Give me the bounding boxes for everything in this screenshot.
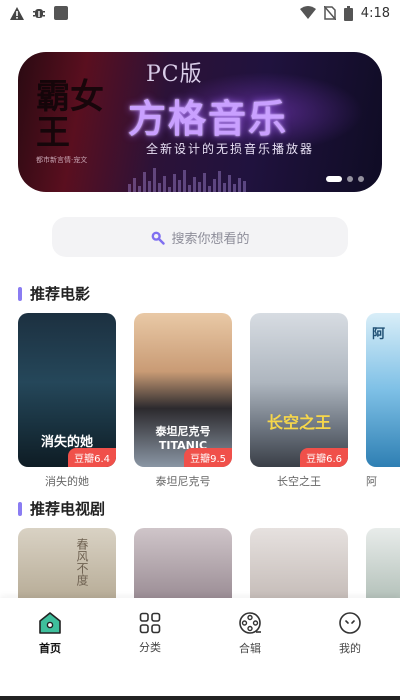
section-title-tv: 推荐电视剧 <box>30 500 106 518</box>
banner-subtitle: 全新设计的无损音乐播放器 <box>146 142 315 156</box>
app-root: 4:18 霸女王 都市新言情·宠文 PC版 方格音乐 全新设计的无损音乐播放器 … <box>0 0 400 700</box>
movie-name: 长空之王 <box>277 475 321 488</box>
section-title-movies: 推荐电影 <box>30 285 91 303</box>
movie-card[interactable]: 长空之王 豆瓣6.6 长空之王 <box>250 313 348 489</box>
movie-poster[interactable]: 长空之王 豆瓣6.6 <box>250 313 348 467</box>
banner-dot[interactable] <box>347 176 353 182</box>
movie-card[interactable]: 泰坦尼克号 TITANIC 豆瓣9.5 泰坦尼克号 <box>134 313 232 489</box>
movie-poster[interactable]: 消失的她 豆瓣6.4 <box>18 313 116 467</box>
movie-poster[interactable]: 阿 <box>366 313 400 467</box>
warning-icon <box>10 6 24 20</box>
banner-dot[interactable] <box>358 176 364 182</box>
section-header-movies: 推荐电影 <box>18 283 90 304</box>
battery-icon <box>343 5 353 21</box>
banner-calligraphy: 霸女王 都市新言情·宠文 <box>26 52 126 192</box>
rating-badge: 豆瓣6.4 <box>68 448 116 467</box>
tab-collection[interactable]: 合辑 <box>200 598 300 668</box>
tab-category[interactable]: 分类 <box>100 598 200 668</box>
rating-badge: 豆瓣6.6 <box>300 448 348 467</box>
movie-card[interactable]: 阿 阿 <box>366 313 400 489</box>
status-bar: 4:18 <box>0 0 400 26</box>
gesture-bar[interactable] <box>0 696 400 700</box>
movie-poster[interactable]: 泰坦尼克号 TITANIC 豆瓣9.5 <box>134 313 232 467</box>
search-bar[interactable]: 搜索你想看的 <box>52 217 348 257</box>
movie-card[interactable]: 消失的她 豆瓣6.4 消失的她 <box>18 313 116 489</box>
banner-caption: 都市新言情·宠文 <box>36 156 88 164</box>
home-icon <box>39 611 61 634</box>
poster-title: 长空之王 <box>266 413 331 432</box>
tv-row: 春风不度 <box>18 528 400 598</box>
category-grid-icon <box>139 612 161 633</box>
section-accent-bar <box>18 501 22 516</box>
rating-badge: 豆瓣9.5 <box>184 448 232 467</box>
poster-title: 阿 <box>372 327 386 342</box>
tab-label: 分类 <box>139 640 161 654</box>
tab-label: 我的 <box>339 641 361 655</box>
status-time: 4:18 <box>360 5 390 21</box>
movie-name: 消失的她 <box>45 475 89 488</box>
no-sim-icon <box>323 6 336 20</box>
tab-label: 合辑 <box>239 641 261 655</box>
tv-poster[interactable] <box>134 528 232 598</box>
banner-calligraphy-text: 霸女王 <box>36 77 104 153</box>
search-placeholder: 搜索你想看的 <box>171 231 250 247</box>
movie-row: 消失的她 豆瓣6.4 消失的她 泰坦尼克号 TITANIC 豆瓣9.5 泰坦尼克… <box>18 313 400 489</box>
promo-banner[interactable]: 霸女王 都市新言情·宠文 PC版 方格音乐 全新设计的无损音乐播放器 <box>18 52 382 192</box>
tv-poster[interactable] <box>250 528 348 598</box>
system-nav-bar <box>0 668 400 700</box>
movie-name: 泰坦尼克号 <box>155 475 211 488</box>
profile-face-icon <box>339 611 361 634</box>
bug-icon <box>33 9 45 18</box>
banner-dot[interactable] <box>326 176 342 182</box>
bottom-tab-bar: 首页 分类 合辑 我的 <box>0 598 400 668</box>
section-header-tv: 推荐电视剧 <box>18 498 105 519</box>
search-icon <box>152 231 166 245</box>
banner-title: 方格音乐 <box>128 96 289 141</box>
banner-pagination[interactable] <box>326 176 364 182</box>
banner-pc-label: PC版 <box>146 62 203 87</box>
tab-profile[interactable]: 我的 <box>300 598 400 668</box>
film-reel-icon <box>239 611 261 634</box>
section-accent-bar <box>18 286 22 301</box>
tv-poster[interactable] <box>366 528 400 598</box>
tab-home[interactable]: 首页 <box>0 598 100 668</box>
tv-poster-title: 春风不度 <box>75 538 89 586</box>
tab-label: 首页 <box>39 641 61 655</box>
tv-poster[interactable]: 春风不度 <box>18 528 116 598</box>
square-icon <box>54 6 68 20</box>
movie-name: 阿 <box>366 475 377 488</box>
wifi-icon <box>299 6 316 19</box>
